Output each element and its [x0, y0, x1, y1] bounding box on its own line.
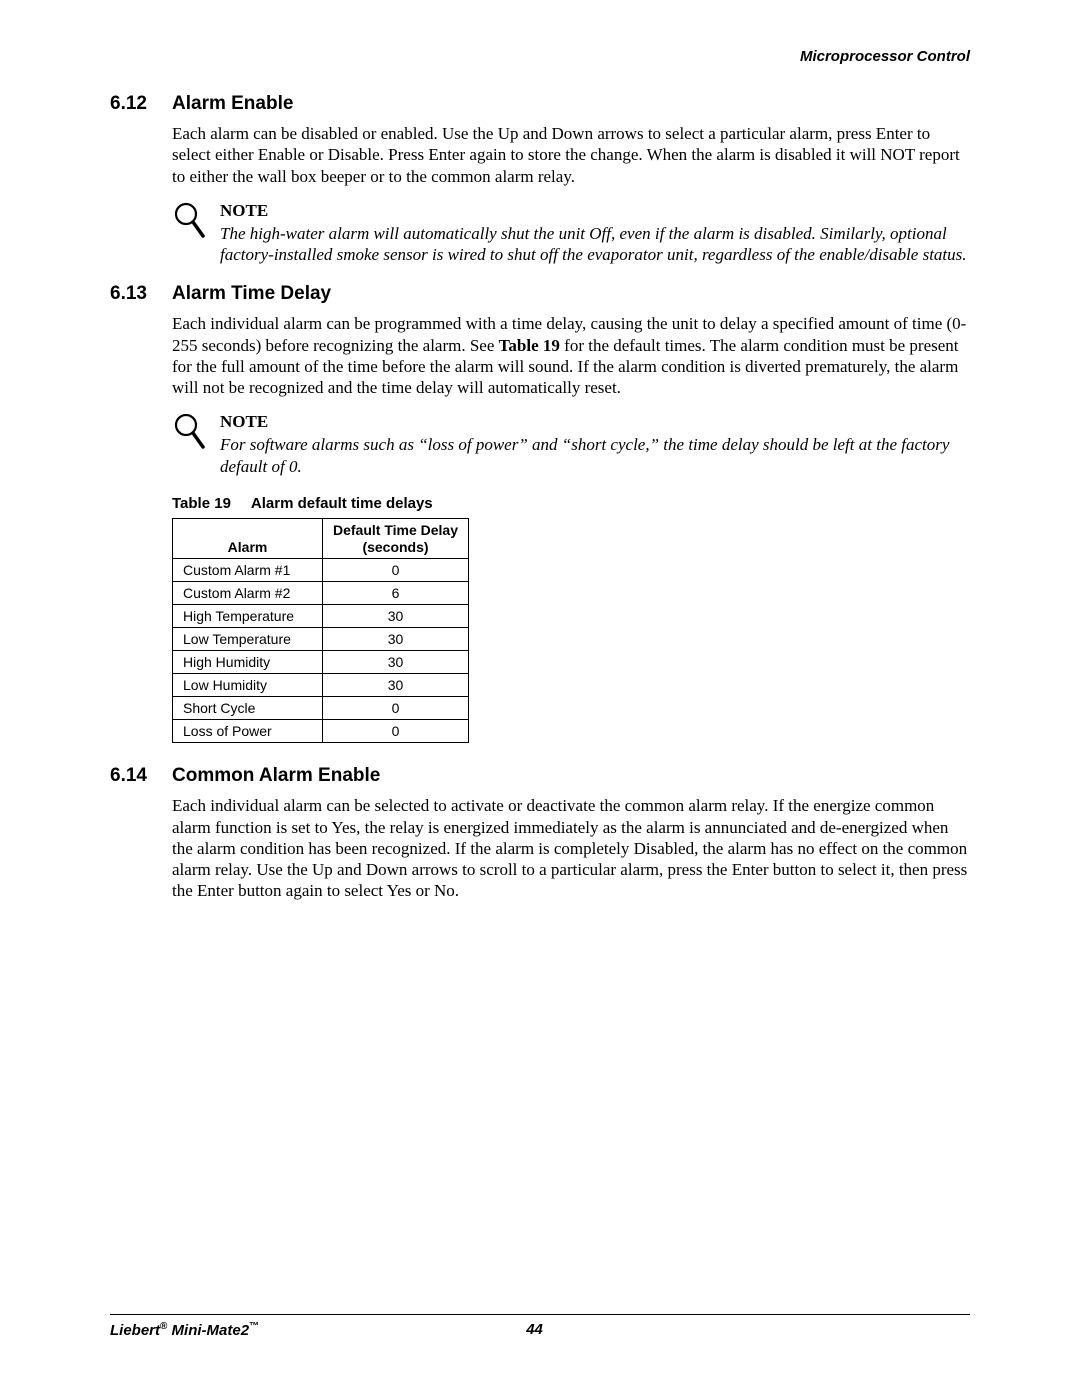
table-row: Low Humidity30: [173, 674, 469, 697]
table-row: High Temperature30: [173, 605, 469, 628]
table-cell-delay: 30: [323, 605, 469, 628]
section-heading: 6.14 Common Alarm Enable: [110, 765, 970, 787]
note-block: NOTE The high-water alarm will automatic…: [172, 201, 970, 266]
table-cell-delay: 30: [323, 674, 469, 697]
section-number: 6.13: [110, 283, 154, 305]
table-cell-alarm: Low Temperature: [173, 628, 323, 651]
section-body: Each individual alarm can be programmed …: [172, 313, 970, 398]
magnifier-icon: [172, 412, 206, 477]
table-row: Low Temperature30: [173, 628, 469, 651]
table-cell-delay: 30: [323, 651, 469, 674]
section-heading: 6.13 Alarm Time Delay: [110, 283, 970, 305]
table-row: Short Cycle0: [173, 697, 469, 720]
section-title: Alarm Time Delay: [172, 283, 331, 305]
footer-product: Liebert® Mini-Mate2™: [110, 1321, 259, 1339]
table-cell-alarm: High Temperature: [173, 605, 323, 628]
note-body: The high-water alarm will automatically …: [220, 223, 970, 266]
note-heading: NOTE: [220, 201, 970, 221]
section-heading: 6.12 Alarm Enable: [110, 93, 970, 115]
section-title: Alarm Enable: [172, 93, 293, 115]
col-header-line: Default Time Delay: [333, 522, 458, 538]
table-header-alarm: Alarm: [173, 518, 323, 559]
table-cell-delay: 0: [323, 559, 469, 582]
table-cell-alarm: Custom Alarm #1: [173, 559, 323, 582]
table-caption-label: Table 19: [172, 495, 231, 512]
table-cell-alarm: Low Humidity: [173, 674, 323, 697]
section-body: Each alarm can be disabled or enabled. U…: [172, 123, 970, 187]
section-body: Each individual alarm can be selected to…: [172, 795, 970, 901]
table-cell-delay: 0: [323, 697, 469, 720]
table-cell-alarm: Loss of Power: [173, 720, 323, 743]
section-number: 6.14: [110, 765, 154, 787]
table-row: Custom Alarm #26: [173, 582, 469, 605]
table-header-delay: Default Time Delay(seconds): [323, 518, 469, 559]
table-row: Custom Alarm #10: [173, 559, 469, 582]
note-body: For software alarms such as “loss of pow…: [220, 434, 970, 477]
table-row: High Humidity30: [173, 651, 469, 674]
table-cell-alarm: Custom Alarm #2: [173, 582, 323, 605]
table-row: Loss of Power0: [173, 720, 469, 743]
note-block: NOTE For software alarms such as “loss o…: [172, 412, 970, 477]
note-heading: NOTE: [220, 412, 970, 432]
table-cell-delay: 6: [323, 582, 469, 605]
table-cell-alarm: High Humidity: [173, 651, 323, 674]
table-cell-delay: 30: [323, 628, 469, 651]
table-reference: Table 19: [499, 336, 560, 355]
page-footer: Liebert® Mini-Mate2™ 44: [110, 1314, 970, 1339]
page-header-chapter: Microprocessor Control: [110, 48, 970, 65]
footer-page-number: 44: [526, 1321, 543, 1339]
table-cell-alarm: Short Cycle: [173, 697, 323, 720]
table-caption: Table 19 Alarm default time delays: [172, 495, 970, 512]
section-title: Common Alarm Enable: [172, 765, 380, 787]
col-header-line: (seconds): [362, 539, 428, 555]
table-cell-delay: 0: [323, 720, 469, 743]
table-caption-title: Alarm default time delays: [251, 495, 433, 512]
alarm-delay-table: Alarm Default Time Delay(seconds) Custom…: [172, 518, 469, 744]
section-number: 6.12: [110, 93, 154, 115]
magnifier-icon: [172, 201, 206, 266]
